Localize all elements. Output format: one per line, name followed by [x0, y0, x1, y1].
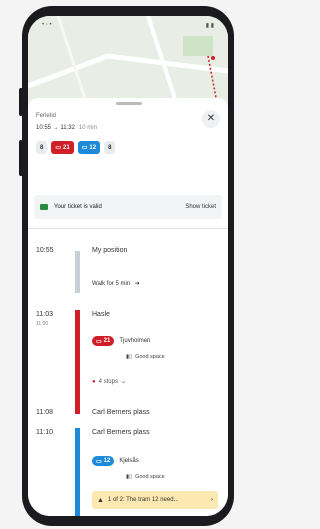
disruption-alert[interactable]: ▲ 1 of 2: The tram 12 need... › — [92, 491, 218, 509]
leg1-place: Hasle — [92, 311, 110, 318]
leg1-end-time: 11:08 — [36, 409, 53, 416]
route-12-badge: ▭ 12 — [92, 456, 115, 466]
trip-label: Ferietid — [36, 113, 57, 119]
start-place: My position — [92, 247, 128, 254]
leg1-stops-toggle[interactable]: ● 4 stops ⌄ — [92, 378, 127, 386]
walk-arrow-icon: ➔ — [134, 281, 140, 287]
occupancy-icon: ▮▯ — [126, 474, 133, 480]
leg2-occupancy: ▮▯ Good space — [126, 474, 165, 480]
drag-handle[interactable] — [116, 102, 142, 105]
power-button — [19, 140, 23, 176]
leg1-end-place: Carl Berners plass — [92, 409, 150, 416]
close-icon[interactable]: ✕ — [202, 110, 220, 128]
leg2-time: 11:10 — [36, 429, 53, 436]
chip-walk-end: 8 — [104, 141, 116, 154]
volume-button — [19, 88, 23, 116]
leg2-route: ▭ 12 Kjelsås — [92, 456, 139, 466]
status-left: • ◦ • — [42, 22, 52, 28]
leg1-occupancy: ▮▯ Good space — [126, 354, 165, 360]
chip-route-21: ▭ 21 — [51, 141, 74, 154]
screen: • ◦ • ▮ ▮ ✕ Ferietid 10:55 → 11:32 10 mi… — [28, 16, 228, 516]
leg2-place: Carl Berners plass — [92, 429, 150, 436]
chevron-down-icon: ⌄ — [120, 379, 127, 385]
walk-info[interactable]: Walk for 5 min ➔ — [92, 280, 140, 287]
route-chips: 8 ▭ 21 ▭ 12 8 — [36, 141, 119, 154]
chip-walk: 8 — [36, 141, 48, 154]
trip-sheet: ✕ Ferietid 10:55 → 11:32 10 min 8 ▭ 21 ▭ 1… — [28, 98, 228, 516]
ticket-banner[interactable]: Your ticket is valid Show ticket — [34, 195, 222, 219]
chip-route-12: ▭ 12 — [77, 141, 101, 154]
time-range: 10:55 → 11:32 — [36, 125, 75, 131]
leg1-direction: Tjuvholmen — [119, 338, 151, 344]
ticket-icon — [40, 204, 48, 210]
leg2-direction: Kjelsås — [119, 458, 139, 464]
leg2-line — [75, 428, 80, 516]
alert-text: 1 of 2: The tram 12 need... — [107, 497, 179, 503]
leg1-sub-time: 11:00 — [36, 321, 49, 327]
show-ticket-button[interactable]: Show ticket — [185, 204, 216, 210]
leg1-line — [75, 310, 80, 414]
duration: 10 min — [78, 125, 97, 131]
leg1-time: 11:03 — [36, 311, 53, 318]
stops-dot-icon: ● — [92, 378, 96, 385]
start-time: 10:55 — [36, 247, 54, 254]
divider — [28, 228, 228, 229]
ticket-status: Your ticket is valid — [54, 204, 102, 210]
leg1-route: ▭ 21 Tjuvholmen — [92, 336, 150, 346]
route-21-badge: ▭ 21 — [92, 336, 115, 346]
status-bar: • ◦ • ▮ ▮ — [28, 16, 228, 34]
status-right: ▮ ▮ — [205, 22, 214, 29]
occupancy-icon: ▮▯ — [126, 354, 133, 360]
chevron-right-icon: › — [211, 497, 213, 503]
walk-line — [75, 251, 80, 293]
warning-icon: ▲ — [97, 496, 104, 504]
